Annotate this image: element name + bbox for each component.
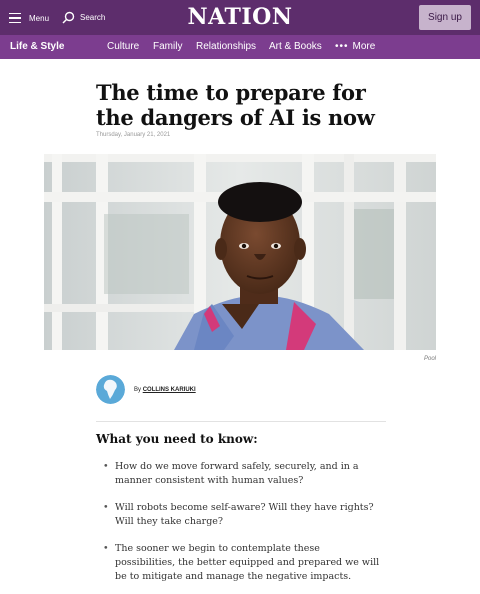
africa-globe-icon[interactable] — [96, 375, 125, 404]
divider — [96, 421, 386, 422]
nav-link-family[interactable]: Family — [153, 41, 182, 52]
section-nav: Life & Style Culture Family Relationship… — [0, 35, 480, 59]
signup-button[interactable]: Sign up — [419, 5, 471, 30]
article-date: Thursday, January 21, 2021 — [96, 132, 171, 138]
article-headline: The time to prepare for the dangers of A… — [96, 80, 375, 130]
nav-link-art-books[interactable]: Art & Books — [269, 41, 322, 52]
article-photo — [44, 154, 436, 350]
key-point: The sooner we begin to contemplate these… — [103, 542, 383, 584]
photo-caption: Pool — [423, 356, 436, 362]
key-point: How do we move forward safely, securely,… — [103, 460, 383, 488]
key-points-heading: What you need to know: — [96, 432, 258, 446]
author-prefix: By — [134, 386, 142, 393]
author-name: By COLLINS KARIUKI — [134, 387, 196, 393]
author-link[interactable]: COLLINS KARIUKI — [143, 387, 196, 393]
author-byline: By COLLINS KARIUKI — [96, 375, 196, 404]
nav-link-relationships[interactable]: Relationships — [196, 41, 256, 52]
key-point: Will robots become self-aware? Will they… — [103, 501, 383, 529]
nav-more-button[interactable]: ••• More — [335, 41, 375, 52]
top-header: Menu Search NATION Sign up — [0, 0, 480, 35]
more-label: More — [352, 41, 376, 52]
nation-logo[interactable]: NATION — [0, 4, 480, 30]
section-title[interactable]: Life & Style — [10, 41, 64, 52]
more-dots-icon: ••• — [335, 41, 349, 52]
key-points-list: How do we move forward safely, securely,… — [103, 460, 383, 594]
nav-link-culture[interactable]: Culture — [107, 41, 139, 52]
